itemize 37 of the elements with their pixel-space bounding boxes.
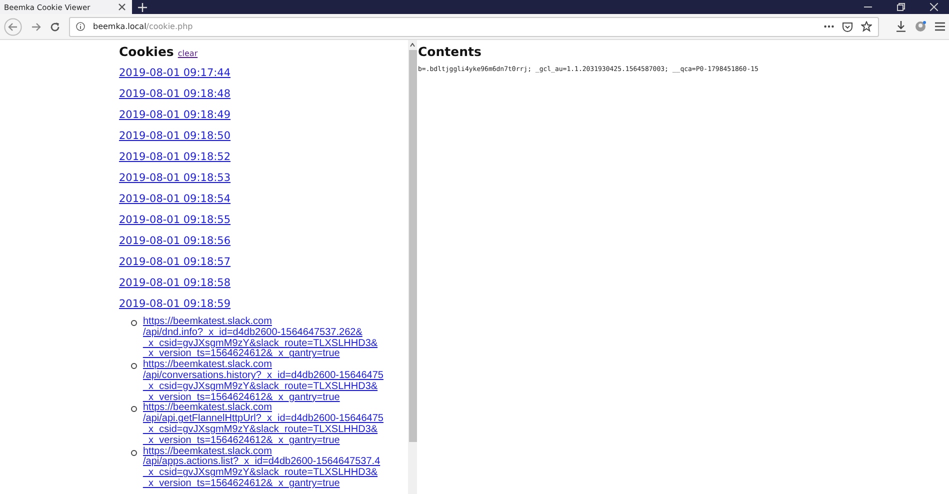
date-link[interactable]: 2019-08-01 09:18:57 [119, 252, 231, 273]
date-link[interactable]: 2019-08-01 09:17:44 [119, 63, 231, 84]
info-icon[interactable] [76, 22, 85, 31]
back-icon[interactable] [4, 18, 22, 36]
cookies-heading: Cookies [119, 44, 174, 59]
date-link[interactable]: 2019-08-01 09:18:48 [119, 84, 231, 105]
date-link[interactable]: 2019-08-01 09:18:50 [119, 126, 231, 147]
date-link[interactable]: 2019-08-01 09:18:59 [119, 294, 231, 315]
bullet-icon [131, 450, 137, 456]
pocket-icon[interactable] [842, 22, 853, 32]
date-link[interactable]: 2019-08-01 09:18:55 [119, 210, 231, 231]
close-icon[interactable] [118, 3, 126, 11]
restore-icon[interactable] [897, 3, 905, 11]
scroll-up-icon[interactable] [410, 43, 415, 47]
date-link[interactable]: 2019-08-01 09:18:56 [119, 231, 231, 252]
reload-icon[interactable] [50, 22, 60, 32]
forward-icon[interactable] [31, 22, 41, 32]
star-icon[interactable] [861, 21, 872, 32]
bullet-icon [131, 320, 137, 326]
date-link[interactable]: 2019-08-01 09:18:49 [119, 105, 231, 126]
clear-link[interactable]: clear [178, 49, 198, 58]
minimize-icon[interactable] [864, 6, 872, 8]
date-link[interactable]: 2019-08-01 09:18:53 [119, 168, 231, 189]
date-link[interactable]: 2019-08-01 09:18:54 [119, 189, 231, 210]
download-icon[interactable] [896, 21, 906, 32]
date-link[interactable]: 2019-08-01 09:18:58 [119, 273, 231, 294]
bullet-icon [131, 363, 137, 370]
date-link[interactable]: 2019-08-01 09:18:52 [119, 147, 231, 168]
more-icon[interactable] [824, 25, 834, 28]
url-text: beemka.local/cookie.php [93, 22, 193, 31]
account-icon[interactable] [915, 21, 926, 32]
contents-heading: Contents [418, 44, 482, 59]
url-link[interactable]: https://beemkatest.slack.com /api/apps.actions.list?_x_id=d4db2600-1564647537.4 _x_csid=gvJXsgmM9zY&slack_route=TLXSLHHD3& _x_version_ts=1564624612&_x_gantry=true [143, 446, 380, 490]
new-tab-icon[interactable] [138, 2, 147, 12]
bullet-icon [131, 406, 137, 412]
menu-icon[interactable] [935, 22, 945, 31]
address-bar[interactable]: beemka.local/cookie.php [69, 16, 879, 36]
